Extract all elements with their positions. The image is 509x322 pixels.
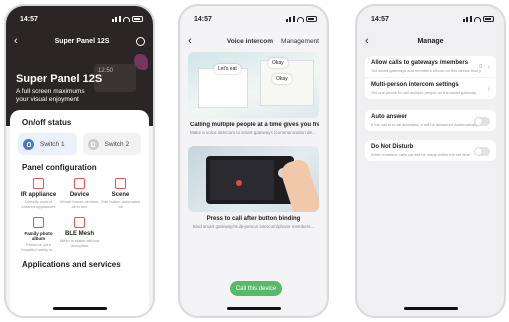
speech-bubble: Okay [272, 74, 292, 84]
setting-title: Do Not Disturb [371, 144, 414, 150]
setting-multi-person[interactable]: Multi-person intercom settings Set one p… [365, 78, 496, 99]
scene-icon [115, 178, 126, 189]
wifi-icon [297, 16, 304, 22]
page-title: Manage [417, 37, 444, 45]
button-binding-illustration [188, 146, 319, 212]
config-item-desc: Preserve your beautiful family m... [21, 242, 56, 252]
config-ir-appliance[interactable]: IR appliance Directly control infrared a… [18, 178, 59, 209]
settings-group-answer: Auto answer If the call is to be accepte… [365, 110, 496, 131]
intercom-illustration: Let's eat Okay Okay [188, 52, 319, 118]
speech-bubble: Okay [268, 58, 288, 68]
do-not-disturb-toggle[interactable] [474, 147, 490, 156]
speech-bubble: Let's eat [214, 64, 241, 74]
config-item-desc: One button automates all [100, 199, 141, 209]
phone-super-panel: 12:50 Super Panel 12S A full screen maxi… [4, 4, 155, 318]
config-item-name: Device [69, 192, 90, 198]
status-bar: 14:57 [357, 6, 504, 32]
chevron-right-icon: › [487, 86, 490, 93]
setting-do-not-disturb: Do Not Disturb When enabled, calls canno… [365, 140, 496, 161]
room-illustration [198, 68, 248, 108]
bulb-icon [23, 138, 34, 150]
feature-description: Make a voice intercom to smart gateways … [190, 130, 316, 135]
config-ble-mesh[interactable]: BLE Mesh Mesh is stable without disrupti… [59, 217, 100, 252]
setting-auto-answer: Auto answer If the call is to be accepte… [365, 110, 496, 131]
config-item-name: Family photo album [24, 231, 53, 241]
bulb-icon [87, 138, 99, 150]
signal-icon [112, 16, 121, 22]
config-item-desc: Mesh is stable without disruption [59, 238, 100, 248]
config-item-name: Scene [111, 192, 130, 198]
tab-voice-intercom[interactable]: Voice intercom [227, 38, 273, 45]
back-icon[interactable]: ‹ [188, 35, 202, 47]
page-title: Super Panel 12S [54, 37, 110, 45]
config-item-name: IR appliance [20, 192, 57, 198]
apps-section-title: Applications and services [22, 260, 121, 269]
status-time: 14:57 [194, 15, 212, 23]
setting-desc: When enabled, calls cannot be made withi… [371, 152, 470, 157]
setting-desc: Set one phone to call multiple people on… [371, 90, 476, 95]
panel-device-image [206, 156, 294, 204]
nav-bar: ‹ Voice intercom Management [180, 32, 327, 50]
switch-1-label: Switch 1 [40, 140, 65, 148]
setting-value: 0 [479, 64, 482, 70]
feature-caption: Calling multiple people at a time gives … [190, 122, 319, 128]
config-scene[interactable]: Scene One button automates all [100, 178, 141, 209]
back-icon[interactable]: ‹ [365, 35, 379, 47]
settings-group-calls: Allow calls to gateways /members Set sma… [365, 56, 496, 99]
chevron-right-icon: › [487, 64, 490, 71]
call-device-button[interactable]: Call this device [230, 281, 282, 296]
setting-desc: If the call is to be accepted, it will b… [371, 122, 478, 127]
onoff-section-title: On/off status [22, 118, 72, 127]
home-indicator [226, 307, 281, 310]
home-indicator [403, 307, 458, 310]
wifi-icon [123, 16, 130, 22]
setting-desc: Set smart gateways and members shown on … [371, 68, 481, 73]
settings-icon[interactable] [136, 36, 145, 46]
hero-subtitle: A full screen maximums your visual enjoy… [16, 88, 85, 103]
signal-icon [286, 16, 295, 22]
nav-bar: ‹ Manage [357, 32, 504, 50]
config-device[interactable]: Device Whole-house devices, all in one [59, 178, 100, 209]
photo-icon [33, 217, 44, 228]
mesh-icon [74, 217, 85, 228]
phone-voice-intercom: 14:57 ‹ Voice intercom Management Let's … [178, 4, 329, 318]
setting-allow-calls[interactable]: Allow calls to gateways /members Set sma… [365, 56, 496, 78]
config-item-desc: Directly control infrared appliances [21, 199, 56, 209]
setting-title: Allow calls to gateways /members [371, 60, 469, 66]
status-time: 14:57 [20, 15, 38, 23]
battery-icon [132, 16, 143, 22]
hero-decoration [134, 54, 148, 70]
ir-icon [33, 178, 44, 189]
hero-title: Super Panel 12S [16, 73, 103, 85]
switch-1-button[interactable]: Switch 1 [18, 133, 77, 155]
setting-title: Multi-person intercom settings [371, 82, 459, 88]
config-photo-album[interactable]: Family photo album Preserve your beautif… [18, 217, 59, 252]
setting-title: Auto answer [371, 114, 408, 120]
content-sheet: On/off status Switch 1 Switch 2 Panel co… [10, 110, 149, 316]
wifi-icon [474, 16, 481, 22]
panel-config-title: Panel configuration [22, 163, 97, 172]
hangup-icon [236, 180, 242, 186]
config-item-name: BLE Mesh [64, 231, 94, 237]
settings-group-dnd: Do Not Disturb When enabled, calls canno… [365, 140, 496, 161]
config-item-desc: Whole-house devices, all in one [59, 199, 100, 209]
status-bar: 14:57 [6, 6, 153, 32]
feature-caption: Press to call after button binding [206, 216, 301, 222]
switch-2-button[interactable]: Switch 2 [82, 133, 141, 155]
device-icon [74, 178, 85, 189]
signal-icon [463, 16, 472, 22]
tab-management[interactable]: Management [281, 38, 319, 45]
home-indicator [52, 307, 107, 310]
nav-bar: ‹ Super Panel 12S [6, 32, 153, 50]
status-bar: 14:57 [180, 6, 327, 32]
feature-description: Bind smart gateway/multi-person intercom… [192, 224, 315, 229]
battery-icon [306, 16, 317, 22]
battery-icon [483, 16, 494, 22]
auto-answer-toggle[interactable] [474, 117, 490, 126]
switch-2-label: Switch 2 [104, 140, 130, 148]
status-time: 14:57 [371, 15, 389, 23]
phone-manage: 14:57 ‹ Manage Allow calls to gateways /… [355, 4, 506, 318]
back-icon[interactable]: ‹ [14, 35, 28, 47]
